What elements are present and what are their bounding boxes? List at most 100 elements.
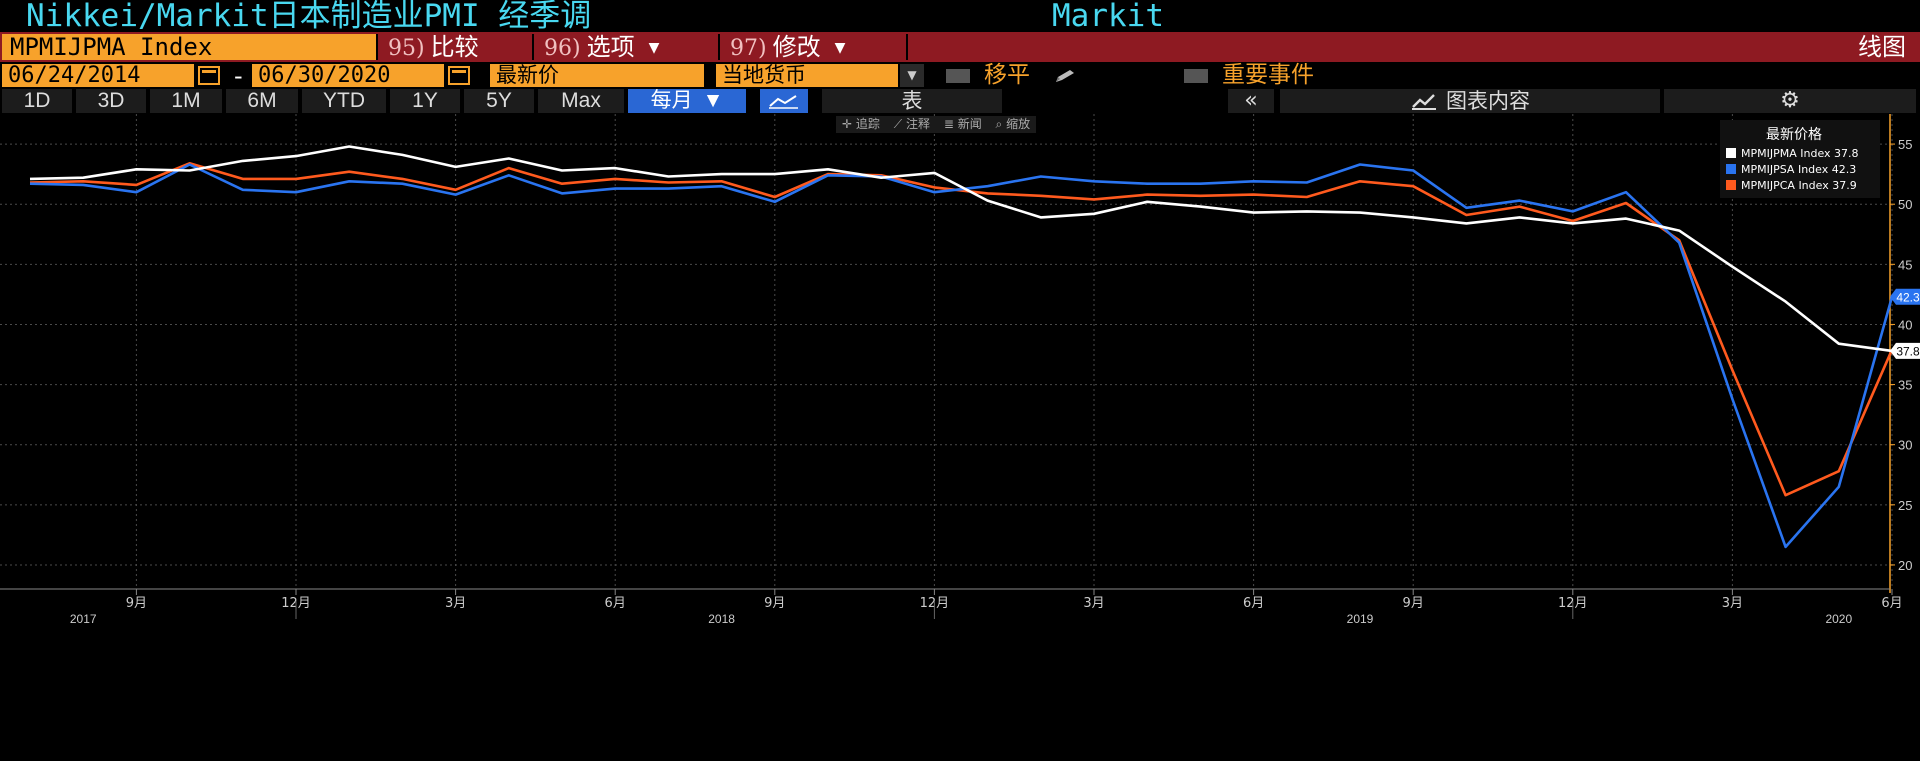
pencil-icon[interactable] [1052,68,1082,84]
end-date-field[interactable]: 06/30/2020 [252,64,444,87]
legend-title: 最新价格 [1766,127,1822,143]
news-label[interactable]: 新闻 [958,117,982,131]
ticker-field[interactable]: MPMIJPMA Index [2,34,376,60]
compare-number: 95) [388,36,425,61]
frequency-select[interactable]: 每月 ▼ [628,89,746,113]
moving-avg-label[interactable]: 移平 [984,62,1030,89]
mini-toolbar: ✛ 追踪 ⟋ 注释 ≣ 新闻 ⌕ 缩放 [836,116,1037,133]
chevron-down-icon: ▼ [834,40,846,56]
year-label: 2019 [1347,612,1374,626]
options-label: 选项 [586,33,635,61]
key-events-checkbox[interactable] [1184,69,1208,83]
chart-title: Nikkei/Markit日本制造业PMI 经季调 [26,0,592,34]
chart-content-label: 图表内容 [1446,89,1530,113]
track-label[interactable]: 追踪 [856,117,880,131]
x-tick-label: 9月 [1403,596,1424,611]
y-tick-label: 45 [1898,257,1912,272]
frequency-label: 每月 [650,89,693,112]
legend-item[interactable]: MPMIJPMA Index 37.8 [1726,146,1859,161]
period-1m[interactable]: 1M [150,89,222,113]
collapse-button[interactable]: « [1228,89,1274,113]
period-5y[interactable]: 5Y [464,89,534,113]
news-icon[interactable]: ≣ [944,117,954,131]
edit-number: 97) [730,36,767,61]
legend-item[interactable]: MPMIJPCA Index 37.9 [1726,178,1857,193]
chart-content-icon [1412,94,1436,110]
x-tick-label: 6月 [605,596,626,611]
divider [906,34,910,60]
options-number: 96) [544,36,581,61]
y-tick-label: 50 [1898,197,1912,212]
line-chart-icon[interactable] [760,89,808,113]
chart-kind-label[interactable]: 线图 [1858,34,1906,60]
y-tick-label: 25 [1898,498,1912,513]
zoom-icon[interactable]: ⌕ [996,117,1003,131]
series-line [29,163,1894,549]
options-button[interactable]: 96) 选项 ▼ [532,33,718,61]
x-tick-label: 6月 [1881,596,1902,611]
last-value-label: 42.3 [1896,290,1920,304]
series-line [29,161,1894,497]
calendar-icon[interactable] [198,66,220,85]
title-bar: Nikkei/Markit日本制造业PMI 经季调 Markit [0,0,1920,32]
legend-series-value: 37.9 [1832,179,1857,192]
period-1d[interactable]: 1D [2,89,72,113]
period-max[interactable]: Max [538,89,624,113]
calendar-icon[interactable] [448,66,470,85]
edit-button[interactable]: 97) 修改 ▼ [718,33,906,61]
compare-button[interactable]: 95) 比较 [376,33,532,61]
legend-item[interactable]: MPMIJPSA Index 42.3 [1726,162,1856,177]
year-label: 2018 [708,612,735,626]
zoom-label[interactable]: 缩放 [1006,117,1030,131]
annotate-icon[interactable]: ⟋ [894,117,902,131]
period-6m[interactable]: 6M [226,89,298,113]
y-tick-label: 40 [1898,317,1912,332]
key-events-label[interactable]: 重要事件 [1222,62,1314,89]
annotate-label[interactable]: 注释 [906,117,930,131]
legend-swatch [1726,164,1736,174]
x-tick-label: 9月 [126,596,147,611]
legend-swatch [1726,148,1736,158]
chevron-down-icon: ▼ [648,40,660,56]
command-bar: MPMIJPMA Index 95) 比较 96) 选项 ▼ 97) 修改 ▼ 线图 [0,32,1920,62]
period-3d[interactable]: 3D [76,89,146,113]
chart-legend: 最新价格 MPMIJPMA Index 37.8 MPMIJPSA Index … [1720,120,1880,198]
legend-swatch [1726,180,1736,190]
date-separator: - [234,62,243,90]
edit-label: 修改 [772,33,821,61]
price-field-select[interactable]: 最新价 [490,64,704,87]
compare-label: 比较 [430,33,479,61]
chevron-down-icon[interactable]: ▼ [900,64,924,87]
legend-series-value: 37.8 [1834,147,1859,160]
currency-select[interactable]: 当地货币 [716,64,898,87]
gear-icon: ⚙ [1780,88,1800,113]
x-tick-label: 3月 [1722,596,1743,611]
y-tick-label: 55 [1898,137,1912,152]
period-bar: 1D 3D 1M 6M YTD 1Y 5Y Max 每月 ▼ 表 « 图表内容 ⚙ [0,89,1920,114]
crosshair-icon[interactable]: ✛ [842,117,852,131]
legend-series-name: MPMIJPSA Index [1741,163,1829,176]
chart-content-button[interactable]: 图表内容 [1280,89,1660,113]
legend-series-name: MPMIJPMA Index [1741,147,1831,160]
x-tick-label: 3月 [1083,596,1104,611]
year-label: 2017 [70,612,97,626]
start-date-field[interactable]: 06/24/2014 [2,64,194,87]
caret-down-icon: ▼ [702,89,724,112]
year-label: 2020 [1825,612,1852,626]
y-tick-label: 30 [1898,438,1912,453]
y-tick-label: 20 [1898,558,1912,573]
period-ytd[interactable]: YTD [302,89,386,113]
line-chart[interactable]: 20253035404550559月 12月 3月 6月 9月 12月 3月 6月 9月 12月 3… [0,114,1920,761]
last-value-label: 37.8 [1896,344,1920,358]
settings-button[interactable]: ⚙ [1664,89,1916,113]
legend-series-value: 42.3 [1831,163,1857,176]
chart-area[interactable]: 20 25 30 35 40 45 50 55 9月 12月 3月 6月 9月 12月 3月 6月 9月 12月 3… [0,114,1920,761]
x-tick-label: 6月 [1243,596,1264,611]
options-bar: 06/24/2014 - 06/30/2020 最新价 当地货币 ▼ 移平 重要… [0,62,1920,90]
x-tick-label: 9月 [764,596,785,611]
legend-series-name: MPMIJPCA Index [1741,179,1829,192]
moving-avg-checkbox[interactable] [946,69,970,83]
y-tick-label: 35 [1898,378,1912,393]
table-button[interactable]: 表 [822,89,1002,113]
period-1y[interactable]: 1Y [390,89,460,113]
